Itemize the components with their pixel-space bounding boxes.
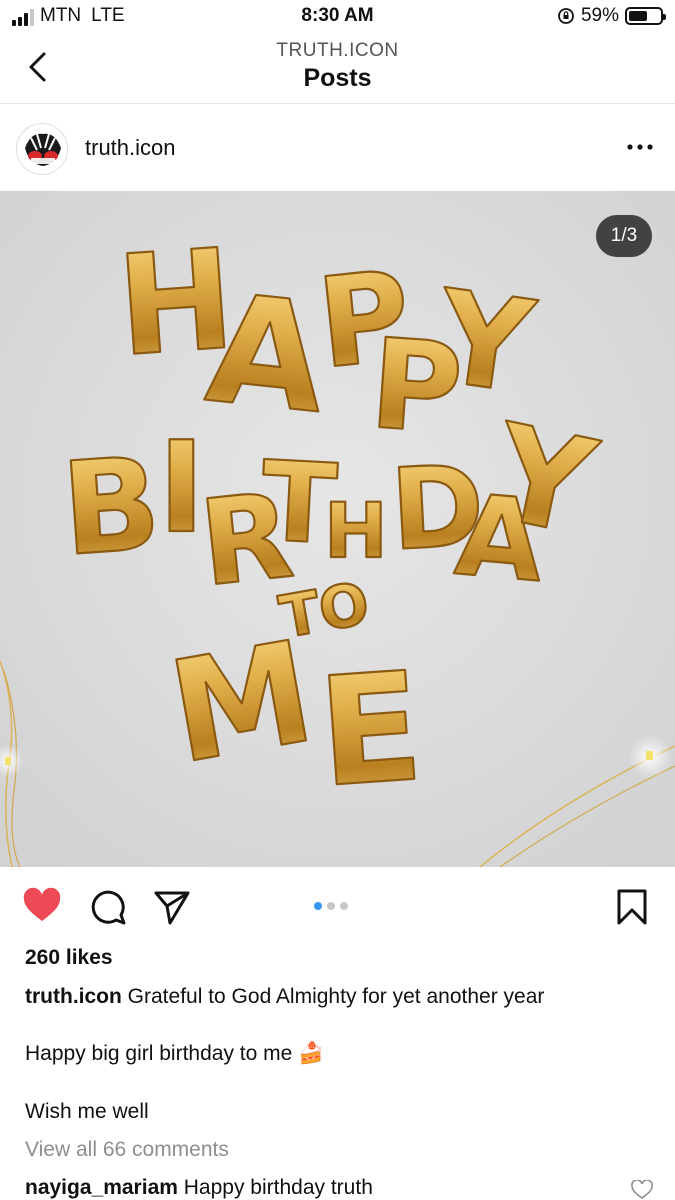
post-image[interactable]: H A P P Y B I R T H D A Y TO M E 1/3 xyxy=(0,191,675,867)
avatar[interactable] xyxy=(16,123,68,175)
share-icon[interactable] xyxy=(152,887,192,927)
status-bar: MTN LTE 8:30 AM 59% xyxy=(0,0,675,34)
comment-text: Happy birthday truth xyxy=(183,1176,373,1199)
caption: truth.icon Grateful to God Almighty for … xyxy=(25,984,655,1010)
view-all-comments-link[interactable]: View all 66 comments xyxy=(25,1138,229,1162)
caption-line-2: Happy big girl birthday to me 🍰 xyxy=(25,1042,325,1065)
caption-username[interactable]: truth.icon xyxy=(25,985,122,1008)
post-username[interactable]: truth.icon xyxy=(85,135,176,161)
comment-like-heart-icon[interactable] xyxy=(631,1180,653,1200)
svg-text:B: B xyxy=(57,430,165,585)
likes-count[interactable]: 260 likes xyxy=(25,946,113,970)
avatar-logo-icon xyxy=(17,124,67,174)
birthday-image: H A P P Y B I R T H D A Y TO M E xyxy=(0,191,675,867)
more-options-icon[interactable] xyxy=(625,135,655,159)
orientation-lock-icon xyxy=(558,8,574,24)
svg-text:E: E xyxy=(313,640,427,821)
svg-text:H: H xyxy=(324,486,388,575)
svg-text:M: M xyxy=(159,611,325,796)
comment-icon[interactable] xyxy=(88,887,128,927)
carousel-dot xyxy=(327,902,335,910)
carousel-dot xyxy=(340,902,348,910)
battery-percent: 59% xyxy=(580,5,619,26)
carousel-dots xyxy=(314,902,348,910)
svg-text:A: A xyxy=(200,262,334,447)
top-comment: nayiga_mariam Happy birthday truth xyxy=(25,1176,373,1200)
page-title: Posts xyxy=(303,64,372,92)
carousel-dot-active xyxy=(314,902,322,910)
caption-line-3: Wish me well xyxy=(25,1100,149,1123)
account-name: TRUTH.ICON xyxy=(276,40,399,61)
post-header: truth.icon xyxy=(0,105,675,191)
battery-icon xyxy=(625,7,666,25)
save-bookmark-icon[interactable] xyxy=(612,887,652,927)
caption-text: Grateful to God Almighty for yet another… xyxy=(127,985,545,1008)
like-heart-icon[interactable] xyxy=(22,887,62,927)
action-bar xyxy=(0,867,675,947)
comment-username[interactable]: nayiga_mariam xyxy=(25,1176,178,1199)
carousel-counter: 1/3 xyxy=(596,215,652,257)
status-right: 59% xyxy=(557,5,666,26)
nav-header: TRUTH.ICON Posts xyxy=(0,34,675,104)
